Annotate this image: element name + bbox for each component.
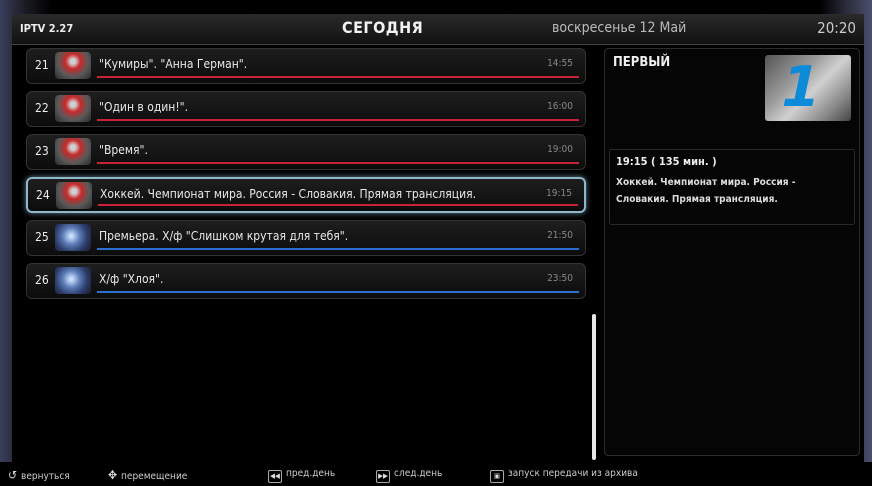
- dpad-icon: ✥: [108, 468, 118, 482]
- program-number: 26: [35, 273, 49, 287]
- program-time: 19:00: [547, 144, 573, 155]
- prev-day-hint[interactable]: ◀◀ пред.день: [268, 468, 335, 483]
- current-date: воскресенье 12 Май: [552, 20, 687, 36]
- program-number: 22: [35, 101, 49, 115]
- program-time: 23:50: [547, 273, 573, 284]
- program-detail-panel: ПЕРВЫЙ 1 19:15 ( 135 мин. ) Хоккей. Чемп…: [604, 48, 860, 456]
- program-info-box: 19:15 ( 135 мин. ) Хоккей. Чемпионат мир…: [609, 149, 855, 225]
- move-hint[interactable]: ✥ перемещение: [108, 468, 187, 482]
- list-scrollbar[interactable]: [592, 314, 596, 460]
- program-time: 19:15: [546, 188, 572, 199]
- top-bar: IPTV 2.27 СЕГОДНЯ воскресенье 12 Май 20:…: [12, 14, 864, 45]
- ntv-icon: [55, 138, 91, 165]
- channel-one-icon: 1: [774, 55, 827, 120]
- ntv-icon: [55, 52, 91, 79]
- ntv-icon: [55, 95, 91, 122]
- next-day-label: след.день: [394, 468, 443, 479]
- back-label: вернуться: [21, 471, 70, 482]
- return-icon: ↺: [8, 468, 18, 482]
- program-time: 16:00: [547, 101, 573, 112]
- rewind-icon: ◀◀: [268, 470, 282, 483]
- epg-screen: IPTV 2.27 СЕГОДНЯ воскресенье 12 Май 20:…: [12, 14, 864, 462]
- program-list: 21 "Кумиры". "Анна Герман". 14:55 22 "Од…: [26, 48, 586, 306]
- program-row[interactable]: 25 Премьера. Х/ф "Слишком крутая для теб…: [26, 220, 586, 256]
- progress-line: [97, 162, 579, 164]
- current-time: 20:20: [817, 19, 856, 37]
- program-description: Хоккей. Чемпионат мира. Россия - Словаки…: [616, 177, 796, 205]
- program-row[interactable]: 22 "Один в один!". 16:00: [26, 91, 586, 127]
- progress-line: [97, 119, 579, 121]
- archive-icon: ▣: [490, 470, 504, 483]
- program-row[interactable]: 23 "Время". 19:00: [26, 134, 586, 170]
- fast-forward-icon: ▶▶: [376, 470, 390, 483]
- archive-hint[interactable]: ▣ запуск передачи из архива: [490, 468, 638, 483]
- program-title: "Время".: [99, 143, 148, 157]
- move-label: перемещение: [121, 471, 188, 482]
- channel-logo: 1: [765, 55, 851, 121]
- ntv-icon: [56, 182, 92, 209]
- program-time: 21:50: [547, 230, 573, 241]
- next-day-hint[interactable]: ▶▶ след.день: [376, 468, 442, 483]
- footer-hints: ↺ вернуться ✥ перемещение ◀◀ пред.день ▶▶ сл…: [0, 462, 872, 486]
- program-number: 24: [36, 188, 50, 202]
- program-time-duration: 19:15 ( 135 мин. ): [616, 155, 717, 168]
- program-row[interactable]: 21 "Кумиры". "Анна Герман". 14:55: [26, 48, 586, 84]
- program-number: 21: [35, 58, 49, 72]
- archive-label: запуск передачи из архива: [508, 468, 638, 479]
- prev-day-label: пред.день: [286, 468, 336, 479]
- progress-line: [97, 76, 579, 78]
- progress-line: [97, 291, 579, 293]
- globe-icon: [55, 224, 91, 251]
- back-hint[interactable]: ↺ вернуться: [8, 468, 70, 482]
- program-title: Х/ф "Хлоя".: [99, 272, 164, 286]
- program-title: "Кумиры". "Анна Герман".: [99, 57, 248, 71]
- progress-line: [98, 204, 578, 206]
- globe-icon: [55, 267, 91, 294]
- program-title: Премьера. Х/ф "Слишком крутая для тебя".: [99, 229, 349, 243]
- channel-name: ПЕРВЫЙ: [613, 55, 671, 70]
- page-title: СЕГОДНЯ: [342, 18, 424, 37]
- program-time: 14:55: [547, 58, 573, 69]
- app-name: IPTV 2.27: [20, 22, 74, 35]
- program-row-selected[interactable]: 24 Хоккей. Чемпионат мира. Россия - Слов…: [26, 177, 586, 213]
- progress-line: [97, 248, 579, 250]
- program-row[interactable]: 26 Х/ф "Хлоя". 23:50: [26, 263, 586, 299]
- program-number: 23: [35, 144, 49, 158]
- program-number: 25: [35, 230, 49, 244]
- program-title: Хоккей. Чемпионат мира. Россия - Словаки…: [100, 187, 477, 201]
- program-title: "Один в один!".: [99, 100, 189, 114]
